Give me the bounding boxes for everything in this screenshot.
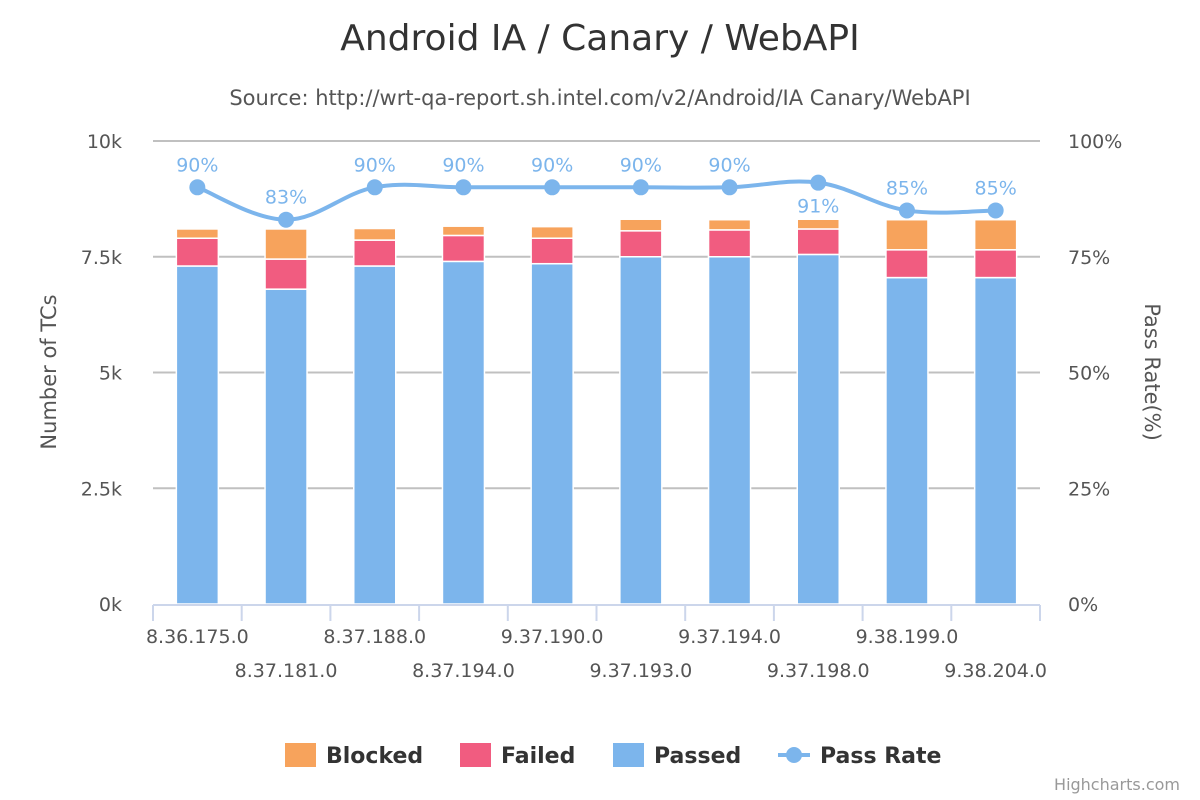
- pass-rate-point: [544, 179, 561, 196]
- pass-rate-label: 83%: [265, 187, 307, 209]
- legend-label: Failed: [501, 744, 575, 769]
- y-tick-label: 5k: [99, 363, 122, 385]
- legend-label: Pass Rate: [820, 744, 941, 769]
- bar-blocked: [530, 225, 574, 239]
- pass-rate-point: [721, 179, 738, 196]
- legend: Blocked Failed Passed Pass Rate: [285, 743, 941, 769]
- bar-failed: [441, 234, 486, 263]
- bar-passed: [885, 276, 929, 605]
- y-axis-title: Number of TCs: [37, 294, 61, 449]
- pass-rate-label: 90%: [708, 154, 750, 176]
- y2-tick-label: 75%: [1068, 247, 1110, 269]
- pass-rate-series: 90% 83% 90% 90% 90% 90% 90% 91% 85% 85%: [176, 154, 1017, 228]
- pass-rate-label: 90%: [354, 154, 396, 176]
- y2-tick-label: 50%: [1068, 363, 1110, 385]
- bar-passed: [973, 276, 1018, 605]
- credits-link[interactable]: Highcharts.com: [1054, 775, 1180, 794]
- bar-blocked: [973, 218, 1018, 251]
- pass-rate-point: [366, 179, 383, 196]
- x-tick-label: 9.37.198.0: [767, 660, 870, 682]
- bar-failed: [973, 249, 1018, 279]
- legend-item-failed[interactable]: Failed: [460, 743, 575, 769]
- bar-blocked: [175, 228, 220, 239]
- bar-failed: [796, 228, 840, 256]
- x-tick-label: 8.37.188.0: [323, 626, 426, 648]
- pass-rate-point: [810, 174, 827, 191]
- bar-blocked: [441, 225, 486, 237]
- y-tick-label: 0k: [99, 594, 122, 616]
- y-tick-label: 10k: [87, 131, 122, 153]
- legend-marker-icon: [786, 747, 802, 763]
- bar-blocked: [707, 218, 752, 231]
- x-tick-label: 9.38.204.0: [944, 660, 1047, 682]
- bar-failed: [264, 258, 308, 290]
- pass-rate-label: 90%: [176, 154, 218, 176]
- y-axis-left: 0k 2.5k 5k 7.5k 10k: [81, 131, 122, 616]
- bar-passed: [796, 253, 840, 605]
- bar-failed: [353, 239, 397, 267]
- y2-axis-title: Pass Rate(%): [1140, 303, 1164, 441]
- pass-rate-point: [189, 179, 206, 196]
- y2-tick-label: 0%: [1068, 594, 1098, 616]
- legend-item-blocked[interactable]: Blocked: [285, 743, 423, 769]
- pass-rate-label: 90%: [620, 154, 662, 176]
- x-tick-label: 9.37.190.0: [501, 626, 604, 648]
- pass-rate-label: 90%: [442, 154, 484, 176]
- bar-failed: [175, 237, 220, 267]
- bar-series: [175, 218, 1018, 605]
- x-tick-label: 8.37.194.0: [412, 660, 515, 682]
- chart-title: Android IA / Canary / WebAPI: [340, 18, 860, 59]
- y-axis-right: 0% 25% 50% 75% 100%: [1068, 131, 1122, 616]
- legend-swatch-icon: [460, 743, 491, 767]
- x-tick-label: 8.36.175.0: [146, 626, 249, 648]
- pass-rate-point: [987, 202, 1004, 219]
- y2-tick-label: 100%: [1068, 131, 1122, 153]
- pass-rate-point: [632, 179, 649, 196]
- bar-passed: [175, 265, 220, 605]
- legend-item-pass-rate[interactable]: Pass Rate: [778, 744, 941, 769]
- legend-label: Blocked: [326, 744, 423, 769]
- bar-blocked: [885, 218, 929, 251]
- pass-rate-label: 85%: [886, 177, 928, 199]
- chart-subtitle: Source: http://wrt-qa-report.sh.intel.co…: [229, 86, 970, 110]
- bar-passed: [707, 256, 752, 605]
- pass-rate-point: [898, 202, 915, 219]
- pass-rate-label: 85%: [975, 177, 1017, 199]
- bar-passed: [441, 260, 486, 605]
- pass-rate-point: [455, 179, 472, 196]
- chart: Android IA / Canary / WebAPI Source: htt…: [37, 18, 1180, 794]
- legend-swatch-icon: [285, 743, 316, 767]
- legend-swatch-icon: [613, 743, 644, 767]
- pass-rate-label: 91%: [797, 196, 839, 218]
- legend-label: Passed: [654, 744, 741, 769]
- x-tick-label: 9.38.199.0: [856, 626, 959, 648]
- bar-blocked: [796, 218, 840, 230]
- bar-passed: [264, 288, 308, 605]
- y2-tick-label: 25%: [1068, 478, 1110, 500]
- pass-rate-label: 90%: [531, 154, 573, 176]
- x-tick-label: 9.37.194.0: [678, 626, 781, 648]
- bar-failed: [530, 237, 574, 265]
- y-tick-label: 2.5k: [81, 478, 122, 500]
- x-tick-label: 9.37.193.0: [589, 660, 692, 682]
- bar-passed: [353, 265, 397, 605]
- pass-rate-point: [278, 211, 295, 228]
- bar-passed: [530, 262, 574, 605]
- x-tick-label: 8.37.181.0: [235, 660, 338, 682]
- y-tick-label: 7.5k: [81, 247, 122, 269]
- bar-failed: [707, 229, 752, 258]
- bar-blocked: [353, 227, 397, 241]
- bar-blocked: [619, 218, 663, 232]
- pass-rate-line: [196, 179, 996, 222]
- bar-passed: [619, 256, 663, 605]
- bar-blocked: [264, 228, 308, 260]
- bar-failed: [885, 249, 929, 279]
- legend-item-passed[interactable]: Passed: [613, 743, 741, 769]
- bar-failed: [619, 230, 663, 258]
- x-axis: 8.36.175.0 8.37.181.0 8.37.188.0 8.37.194.0…: [146, 604, 1047, 682]
